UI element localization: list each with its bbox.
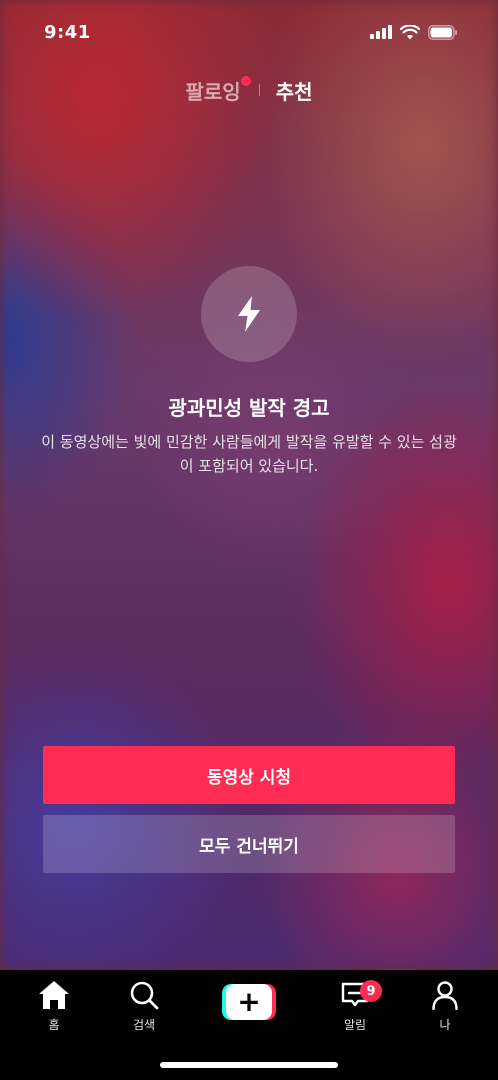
tab-divider (258, 84, 260, 96)
nav-me[interactable]: 나 (410, 978, 480, 1034)
nav-search[interactable]: 검색 (109, 978, 179, 1034)
new-content-dot (240, 75, 251, 86)
tab-following-label: 팔로잉 (185, 79, 241, 104)
skip-all-button[interactable]: 모두 건너뛰기 (43, 815, 455, 873)
nav-inbox[interactable]: 알림 9 (320, 978, 390, 1034)
feed-tabs: 팔로잉 추천 (0, 72, 498, 108)
plus-icon: + (226, 984, 272, 1020)
bolt-icon (238, 296, 260, 332)
status-bar: 9:41 (0, 0, 498, 64)
nav-home-label: 홈 (48, 1018, 60, 1032)
status-time: 9:41 (44, 21, 91, 43)
nav-inbox-label: 알림 (343, 1018, 367, 1032)
inbox-badge: 9 (360, 980, 382, 1002)
search-icon (130, 981, 159, 1010)
tab-following[interactable]: 팔로잉 (185, 75, 251, 105)
status-icons (370, 24, 458, 40)
warning-title: 광과민성 발작 경고 (168, 396, 330, 420)
profile-icon (432, 981, 458, 1010)
skip-all-label: 모두 건너뛰기 (199, 836, 299, 857)
watch-video-button[interactable]: 동영상 시청 (43, 746, 455, 804)
bottom-tab-bar: 홈 검색 + 알림 9 나 (0, 970, 498, 1080)
warning-body: 이 동영상에는 빛에 민감한 사람들에게 발작을 유발할 수 있는 섬광이 포함… (41, 433, 457, 475)
create-button[interactable]: + (222, 984, 276, 1020)
warning-icon-circle (201, 266, 297, 362)
cellular-signal-icon (370, 25, 392, 39)
tab-recommend[interactable]: 추천 (276, 76, 313, 105)
watch-video-label: 동영상 시청 (206, 767, 292, 788)
wifi-icon (400, 24, 420, 39)
nav-me-label: 나 (439, 1018, 451, 1032)
battery-icon (428, 24, 457, 40)
home-icon (39, 981, 69, 1009)
home-indicator (160, 1062, 338, 1068)
nav-home[interactable]: 홈 (19, 978, 89, 1034)
nav-search-label: 검색 (132, 1018, 156, 1032)
